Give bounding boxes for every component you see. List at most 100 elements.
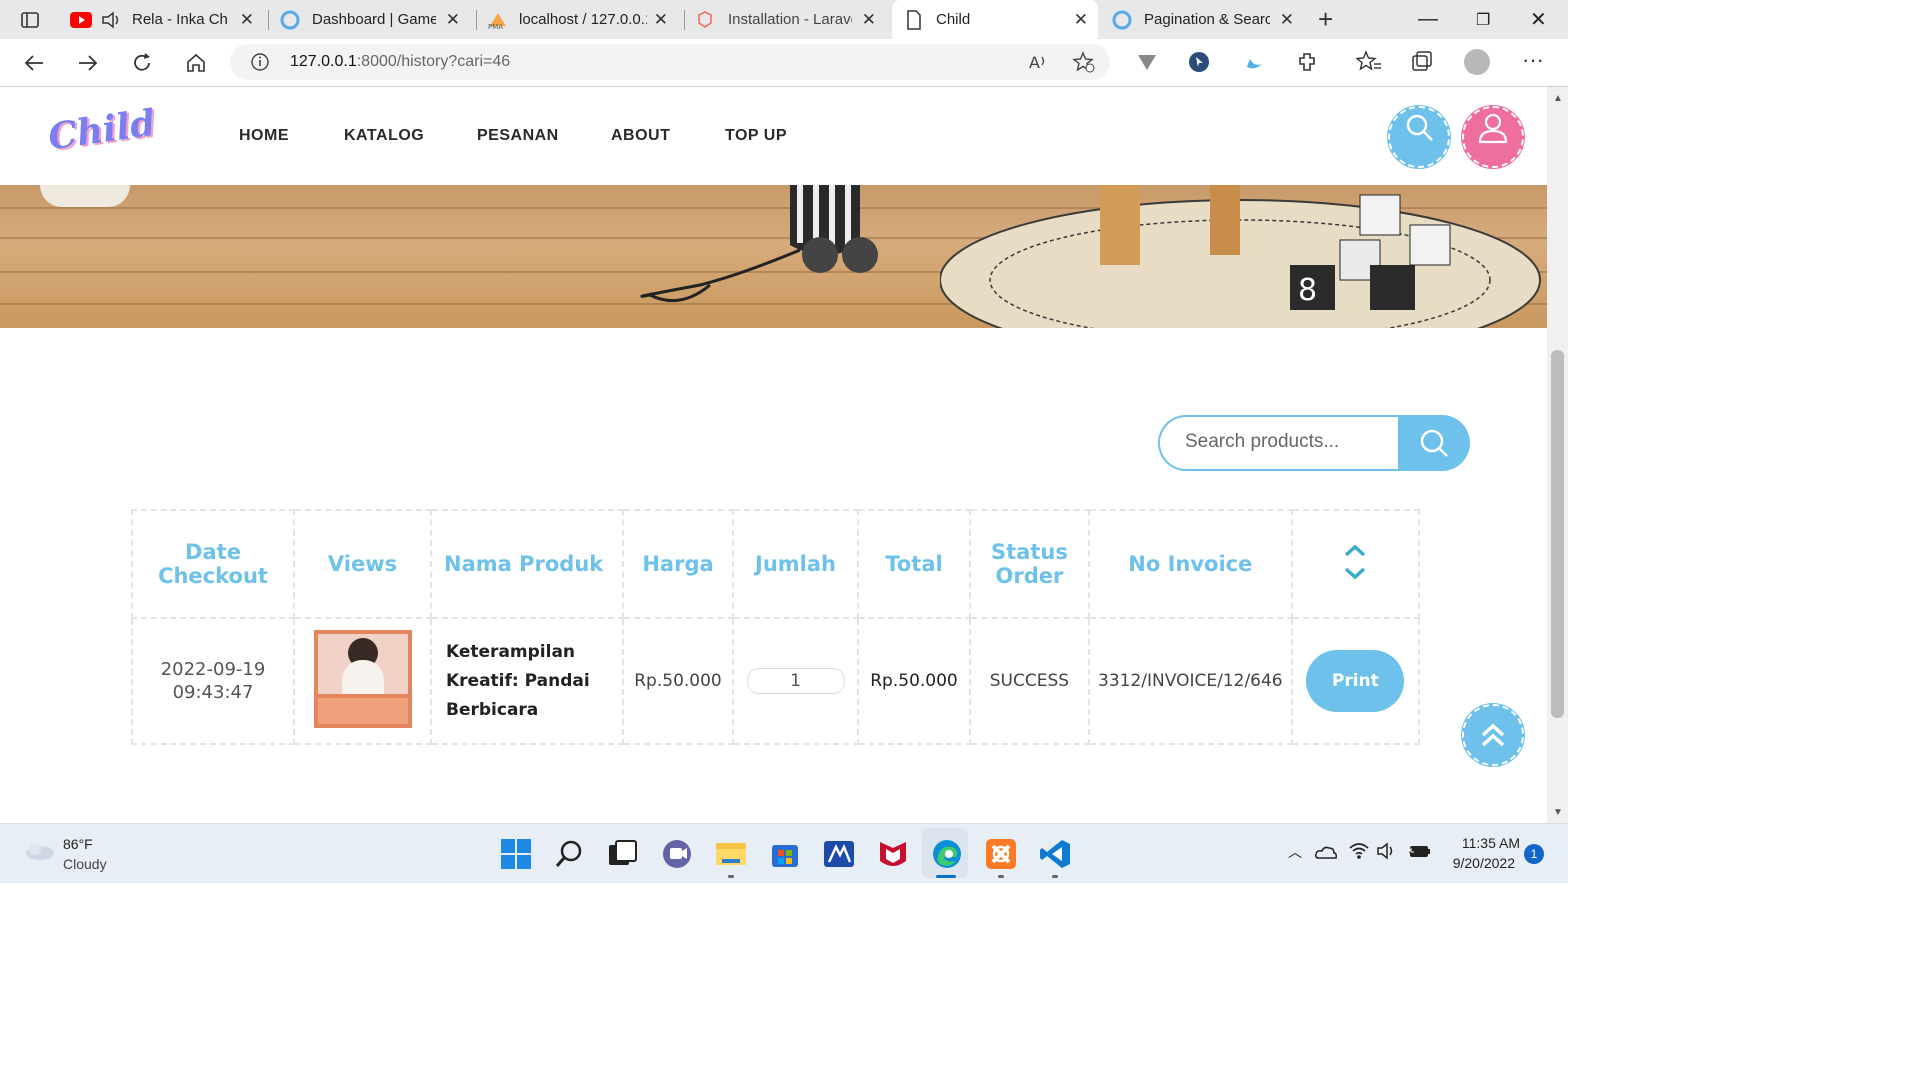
tab-label: Child xyxy=(936,11,971,28)
nav-pesanan[interactable]: PESANAN xyxy=(477,127,559,145)
close-window-icon[interactable]: ✕ xyxy=(1530,0,1547,39)
vscode-icon[interactable] xyxy=(1038,837,1072,871)
scrollbar-thumb[interactable] xyxy=(1551,350,1564,718)
extension-v-icon[interactable] xyxy=(1136,52,1158,72)
tab-phpmyadmin[interactable]: PMA localhost / 127.0.0.1 ✕ xyxy=(478,0,678,39)
zebra-pull-toy-illustration xyxy=(640,185,878,303)
nav-home[interactable]: HOME xyxy=(239,127,289,145)
battery-charging-icon[interactable] xyxy=(1406,841,1432,861)
tab-label: Pagination & Searc xyxy=(1144,11,1270,28)
nav-top-up[interactable]: TOP UP xyxy=(725,127,787,145)
notification-badge[interactable]: 1 xyxy=(1524,844,1544,864)
minimize-icon[interactable]: — xyxy=(1418,0,1438,39)
edge-browser-icon[interactable] xyxy=(930,837,964,871)
print-button[interactable]: Print xyxy=(1306,650,1405,712)
close-tab-icon[interactable]: ✕ xyxy=(654,10,668,30)
close-tab-icon[interactable]: ✕ xyxy=(446,10,460,30)
profile-avatar[interactable] xyxy=(1464,49,1490,75)
site-logo[interactable]: Child xyxy=(46,102,158,159)
extension-cursor-icon[interactable] xyxy=(1188,51,1210,73)
favorite-add-icon[interactable] xyxy=(1072,51,1096,73)
cell-product-name: Keterampilan Kreatif: Pandai Berbicara xyxy=(430,617,624,745)
phpmyadmin-icon: PMA xyxy=(488,12,506,30)
read-aloud-icon[interactable]: A xyxy=(1028,52,1050,72)
tab-label: Dashboard | Gamel xyxy=(312,11,436,28)
hero-banner-image: 8 xyxy=(0,185,1547,328)
nav-about[interactable]: ABOUT xyxy=(611,127,670,145)
header-date-checkout: Date Checkout xyxy=(131,509,295,619)
clock-date[interactable]: 9/20/2022 xyxy=(1440,855,1515,871)
onedrive-icon[interactable] xyxy=(1314,843,1338,861)
windows-start-icon[interactable] xyxy=(499,837,533,871)
scroll-up-arrow-icon[interactable]: ▲ xyxy=(1553,93,1563,104)
svg-text:8: 8 xyxy=(1298,273,1317,308)
tab-pagination[interactable]: Pagination & Searc ✕ xyxy=(1104,0,1304,39)
header-harga: Harga xyxy=(622,509,734,619)
scroll-to-top-button[interactable] xyxy=(1462,704,1524,766)
tab-label: localhost / 127.0.0.1 xyxy=(519,11,647,28)
speaker-icon[interactable] xyxy=(100,10,122,30)
product-thumbnail[interactable] xyxy=(313,629,412,728)
extensions-icon[interactable] xyxy=(1296,50,1320,74)
collections-icon[interactable] xyxy=(1410,50,1434,74)
url-path: :8000/history?cari=46 xyxy=(356,53,511,70)
refresh-button[interactable] xyxy=(126,47,158,79)
extension-moon-icon[interactable] xyxy=(1242,51,1266,73)
header-search-button[interactable] xyxy=(1388,106,1450,168)
info-icon[interactable] xyxy=(250,52,270,72)
restore-icon[interactable]: ❐ xyxy=(1476,0,1490,39)
tab-actions-icon[interactable] xyxy=(14,4,46,36)
nav-katalog[interactable]: KATALOG xyxy=(344,127,424,145)
show-hidden-icons-icon[interactable]: ︿ xyxy=(1288,842,1302,862)
editor-app-icon[interactable] xyxy=(822,837,856,871)
file-explorer-icon[interactable] xyxy=(714,837,748,871)
close-tab-icon[interactable]: ✕ xyxy=(1280,10,1294,30)
teams-chat-icon[interactable] xyxy=(660,837,694,871)
page-scrollbar[interactable]: ▲ ▼ xyxy=(1547,87,1568,823)
xampp-icon[interactable] xyxy=(984,837,1018,871)
tab-label: Installation - Larave xyxy=(728,11,852,28)
double-chevron-up-icon xyxy=(1481,723,1505,747)
quantity-field: 1 xyxy=(746,668,845,694)
back-button[interactable] xyxy=(18,47,50,79)
cell-invoice: 3312/INVOICE/12/646 xyxy=(1087,617,1293,745)
search-icon xyxy=(1420,429,1448,457)
url-field[interactable]: 127.0.0.1:8000/history?cari=46 A xyxy=(230,44,1110,80)
tab-laravel[interactable]: Installation - Larave ✕ xyxy=(686,0,886,39)
header-total: Total xyxy=(857,509,971,619)
clock-time[interactable]: 11:35 AM xyxy=(1440,835,1520,851)
order-history-table: Date Checkout Views Nama Produk Harga Ju… xyxy=(131,509,1420,745)
close-tab-icon[interactable]: ✕ xyxy=(240,10,254,30)
cell-views xyxy=(293,617,432,745)
scroll-down-arrow-icon[interactable]: ▼ xyxy=(1553,807,1563,818)
tab-child-active[interactable]: Child ✕ xyxy=(892,0,1098,39)
header-views: Views xyxy=(293,509,432,619)
close-tab-icon[interactable]: ✕ xyxy=(862,10,876,30)
tab-label: Rela - Inka Chr xyxy=(132,11,228,28)
search-input[interactable]: Search products... xyxy=(1158,415,1398,471)
home-button[interactable] xyxy=(180,47,212,79)
new-tab-button[interactable]: + xyxy=(1318,0,1342,39)
more-menu-icon[interactable]: ··· xyxy=(1522,47,1544,73)
sort-toggle[interactable] xyxy=(1290,509,1420,619)
mcafee-icon[interactable] xyxy=(876,837,910,871)
volume-icon[interactable] xyxy=(1376,841,1398,861)
task-view-icon[interactable] xyxy=(606,837,640,871)
weather-temperature[interactable]: 86°F xyxy=(63,836,93,852)
search-button[interactable] xyxy=(1398,415,1470,471)
favorites-icon[interactable] xyxy=(1356,50,1382,74)
checkout-time: 09:43:47 xyxy=(172,682,254,703)
weather-description[interactable]: Cloudy xyxy=(63,856,107,872)
back-arrow-icon xyxy=(24,55,43,71)
header-user-button[interactable] xyxy=(1462,106,1524,168)
taskbar-search-icon[interactable] xyxy=(553,837,587,871)
tab-youtube[interactable]: Rela - Inka Chr ✕ xyxy=(62,0,264,39)
microsoft-store-icon[interactable] xyxy=(768,837,802,871)
url-host: 127.0.0.1 xyxy=(290,53,357,70)
header-nama-produk: Nama Produk xyxy=(430,509,624,619)
close-tab-icon[interactable]: ✕ xyxy=(1074,10,1088,30)
wifi-icon[interactable] xyxy=(1348,841,1370,861)
forward-button[interactable] xyxy=(72,47,104,79)
tab-dashboard[interactable]: Dashboard | Gamel ✕ xyxy=(270,0,470,39)
url-text: 127.0.0.1:8000/history?cari=46 xyxy=(290,53,510,71)
